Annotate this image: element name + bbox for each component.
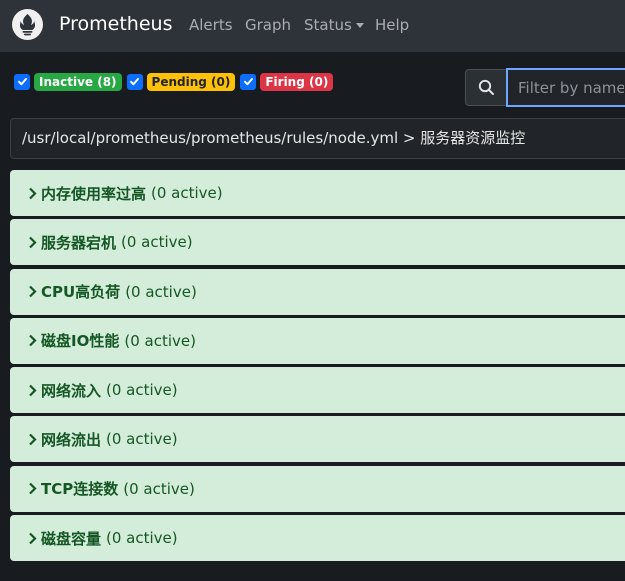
- rule-active-count: (0 active): [124, 331, 196, 350]
- firing-badge: Firing (0): [260, 72, 334, 91]
- chevron-right-icon: [28, 334, 37, 347]
- rule-name: 磁盘容量: [41, 529, 102, 548]
- rule-row[interactable]: 内存使用率过高 (0 active): [10, 170, 625, 216]
- inactive-checkbox[interactable]: [14, 73, 30, 90]
- search-input[interactable]: [506, 68, 625, 107]
- rule-row[interactable]: TCP连接数 (0 active): [10, 465, 625, 512]
- nav-help[interactable]: Help: [375, 16, 409, 34]
- prometheus-logo-icon[interactable]: [12, 9, 43, 40]
- rule-file-header: /usr/local/prometheus/prometheus/rules/n…: [10, 118, 625, 159]
- rule-name: 网络流出: [41, 430, 102, 449]
- chevron-right-icon: [28, 532, 37, 545]
- rule-name: 服务器宕机: [41, 233, 117, 252]
- rule-name: CPU高负荷: [41, 283, 121, 302]
- navbar: Prometheus Alerts Graph Status Help: [0, 0, 625, 52]
- rule-active-count: (0 active): [106, 529, 178, 548]
- rule-row[interactable]: CPU高负荷 (0 active): [10, 268, 625, 315]
- search-button[interactable]: [465, 69, 507, 106]
- rule-row[interactable]: 网络流出 (0 active): [10, 416, 625, 463]
- rule-name: 网络流入: [41, 381, 102, 400]
- pending-badge: Pending (0): [146, 72, 236, 91]
- nav-alerts[interactable]: Alerts: [189, 16, 233, 34]
- rule-name: 内存使用率过高: [41, 184, 147, 203]
- rule-name: TCP连接数: [41, 480, 119, 499]
- rule-active-count: (0 active): [106, 381, 178, 400]
- rule-active-count: (0 active): [121, 233, 193, 252]
- check-icon: [17, 78, 27, 86]
- firing-checkbox[interactable]: [240, 73, 257, 90]
- rule-active-count: (0 active): [106, 430, 178, 449]
- chevron-right-icon: [28, 236, 37, 249]
- state-filters: Inactive (8) Pending (0) Firing (0): [14, 72, 338, 91]
- chevron-right-icon: [28, 285, 37, 298]
- caret-down-icon: [355, 23, 364, 28]
- rule-active-count: (0 active): [125, 282, 197, 301]
- nav-status-label: Status: [304, 16, 352, 34]
- chevron-right-icon: [28, 433, 37, 446]
- rule-name: 磁盘IO性能: [41, 332, 120, 351]
- chevron-right-icon: [28, 187, 37, 200]
- brand-title[interactable]: Prometheus: [59, 13, 172, 35]
- rules-list: 内存使用率过高 (0 active) 服务器宕机 (0 active) CPU高…: [10, 170, 625, 564]
- rule-active-count: (0 active): [151, 184, 223, 202]
- nav-status[interactable]: Status: [304, 16, 364, 34]
- chevron-right-icon: [28, 384, 37, 397]
- search-icon: [478, 79, 494, 95]
- nav-graph[interactable]: Graph: [245, 16, 291, 34]
- pending-checkbox[interactable]: [126, 73, 143, 90]
- rule-row[interactable]: 磁盘IO性能 (0 active): [10, 317, 625, 364]
- rule-active-count: (0 active): [123, 479, 195, 498]
- rule-row[interactable]: 网络流入 (0 active): [10, 367, 625, 414]
- chevron-right-icon: [28, 482, 37, 495]
- check-icon: [130, 78, 139, 86]
- check-icon: [243, 78, 253, 86]
- rule-row[interactable]: 磁盘容量 (0 active): [10, 515, 625, 562]
- rule-row[interactable]: 服务器宕机 (0 active): [10, 219, 625, 266]
- inactive-badge: Inactive (8): [34, 72, 122, 91]
